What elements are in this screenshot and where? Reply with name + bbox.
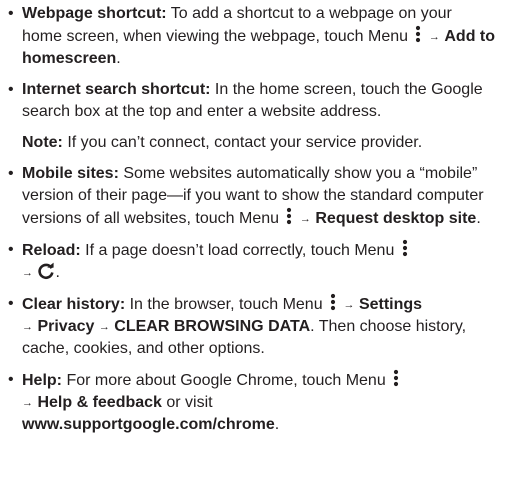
help-link[interactable]: www.supportgoogle.com/chrome [22, 416, 275, 433]
menu-dots-icon [394, 369, 399, 387]
bullet: • [8, 5, 14, 22]
list-item-reload: • Reload: If a page doesn’t load correct… [8, 239, 496, 284]
punct: . [116, 50, 121, 67]
bullet: • [8, 295, 14, 312]
item-text: Clear history: In the browser, touch Men… [22, 293, 496, 360]
item-body: or visit [161, 394, 213, 411]
note-title: Note: [22, 134, 63, 151]
step-label: Privacy [37, 318, 95, 335]
list-item-clear-history: • Clear history: In the browser, touch M… [8, 293, 496, 360]
item-title: Help: [22, 372, 62, 389]
arrow: → [299, 213, 311, 225]
punct: . [274, 416, 280, 433]
step-label: CLEAR BROWSING DATA [114, 318, 311, 335]
punct: . [55, 264, 60, 281]
bullet: • [8, 371, 14, 388]
reload-icon [38, 262, 55, 279]
menu-dots-icon [402, 239, 407, 257]
item-text: Internet search shortcut: In the home sc… [22, 79, 496, 123]
item-text: Mobile sites: Some websites automaticall… [22, 163, 496, 230]
arrow: → [22, 397, 33, 409]
list-item-mobile-sites: • Mobile sites: Some websites automatica… [8, 163, 496, 230]
item-body: In the browser, touch Menu [125, 296, 328, 313]
item-title: Internet search shortcut: [22, 81, 211, 98]
item-title: Mobile sites: [22, 165, 119, 182]
bullet: • [8, 165, 14, 182]
note-text: If you can’t connect, contact your servi… [62, 134, 423, 151]
menu-dots-icon [287, 207, 292, 225]
item-body: If a page doesn’t load correctly, touch … [80, 242, 399, 259]
punct: . [476, 210, 481, 227]
step-label: Help & feedback [37, 394, 162, 411]
arrow: → [22, 321, 33, 333]
bullet: • [8, 241, 14, 258]
arrow: → [343, 299, 355, 311]
note: Note: If you can’t connect, contact your… [22, 132, 496, 154]
arrow: → [98, 321, 110, 333]
step-label: Request desktop site [315, 210, 477, 227]
arrow: → [428, 31, 440, 43]
list-item-internet-search: • Internet search shortcut: In the home … [8, 79, 496, 123]
item-title: Clear history: [22, 296, 126, 313]
item-title: Reload: [22, 242, 81, 259]
bullet: • [8, 81, 14, 98]
page: • Webpage shortcut: To add a shortcut to… [0, 0, 506, 480]
item-text: Reload: If a page doesn’t load correctly… [22, 239, 496, 284]
list-item-help: • Help: For more about Google Chrome, to… [8, 369, 496, 436]
menu-dots-icon [416, 25, 421, 43]
item-title: Webpage shortcut: [22, 5, 167, 22]
item-body: For more about Google Chrome, touch Menu [62, 372, 391, 389]
arrow: → [22, 267, 33, 279]
menu-dots-icon [330, 293, 336, 311]
list-item-webpage-shortcut: • Webpage shortcut: To add a shortcut to… [8, 3, 496, 70]
item-text: Help: For more about Google Chrome, touc… [22, 369, 496, 436]
step-label: Settings [358, 296, 423, 313]
item-text: Webpage shortcut: To add a shortcut to a… [22, 3, 496, 70]
